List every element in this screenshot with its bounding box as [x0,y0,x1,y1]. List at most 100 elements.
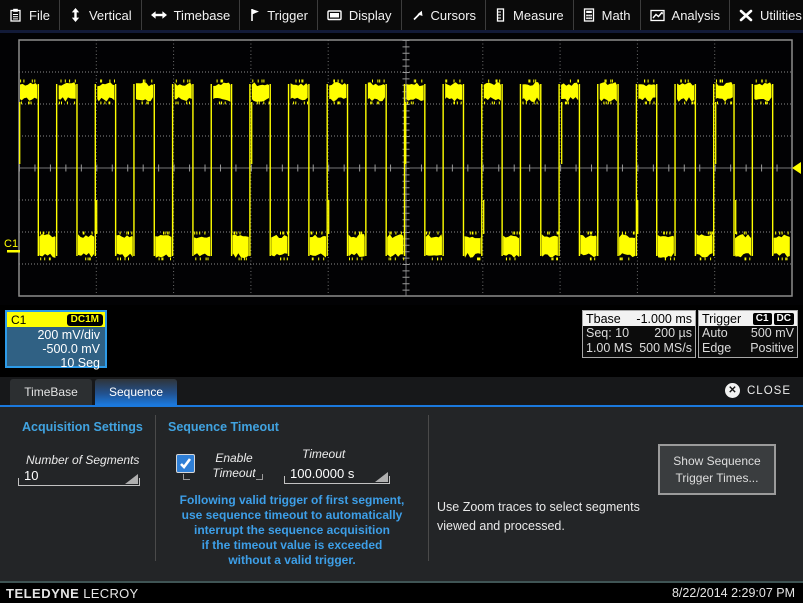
timebase-row: 1.00 MS 500 MS/s [583,341,695,356]
file-icon [9,8,22,22]
timebase-values: Seq: 10 200 µs 1.00 MS 500 MS/s [583,326,695,356]
close-icon: ✕ [725,383,740,398]
menu-item-math[interactable]: Math [574,0,641,30]
tab-sequence[interactable]: Sequence [95,379,177,405]
show-button-label: Show Sequence Trigger Times... [660,453,774,487]
menu-item-label: Measure [513,8,564,23]
timeout-input[interactable]: 100.0000 s [284,465,390,484]
info-line: if the timeout value is exceeded [152,538,432,553]
trigger-row-cell: 500 mV [751,326,794,341]
menu-item-label: Vertical [89,8,132,23]
timeout-label: Timeout [302,447,345,461]
timebase-descriptor[interactable]: Tbase -1.000 ms Seq: 10 200 µs 1.00 MS 500 … [582,310,696,358]
channel-c1-row: 200 mV/div [7,328,100,342]
info-line: use sequence timeout to automatically [152,508,432,523]
menu-item-label: Timebase [174,8,231,23]
acquisition-settings-heading: Acquisition Settings [22,420,143,434]
timebase-row-cell: 500 MS/s [639,341,692,356]
trigger-header: Trigger C1DC [699,311,797,326]
menu-item-label: Trigger [267,8,308,23]
waveform-grid[interactable]: C1 [0,33,803,305]
timeout-value: 100.0000 s [290,466,354,481]
trigger-title: Trigger [702,312,741,326]
ruler-icon [495,8,506,22]
timebase-row-cell: 200 µs [654,326,692,341]
status-bar: TELEDYNE LECROY 8/22/2014 2:29:07 PM [0,583,803,603]
trigger-values: Auto 500 mV Edge Positive [699,326,797,356]
trigger-row-cell: Edge [702,341,731,356]
cursor-arrow-icon [411,9,424,22]
trigger-row-cell: Positive [750,341,794,356]
channel-c1-title: C1 [11,313,26,327]
group-bracket [183,474,190,480]
trigger-row: Edge Positive [699,341,797,356]
trigger-descriptor[interactable]: Trigger C1DC Auto 500 mV Edge Positive [698,310,798,358]
close-label: CLOSE [747,385,791,397]
trigger-level-marker[interactable] [792,162,801,174]
menu-item-utilities[interactable]: Utilities [730,0,803,30]
menu-item-cursors[interactable]: Cursors [402,0,487,30]
channel-c1-descriptor[interactable]: C1 DC1M 200 mV/div-500.0 mV10 Seg [5,310,107,368]
channel-c1-marker[interactable]: C1 [4,238,18,250]
setup-dialog: TimeBaseSequence ✕ CLOSE Acquisition Set… [0,377,803,583]
number-of-segments-input[interactable]: 10 [18,467,140,486]
checkmark-icon [179,457,192,470]
enable-timeout-checkbox[interactable] [176,454,195,473]
close-button[interactable]: ✕ CLOSE [725,383,791,398]
group-bracket [256,474,263,480]
timebase-title: Tbase [586,312,621,326]
timebase-header: Tbase -1.000 ms [583,311,695,326]
calculator-icon [583,8,595,22]
menu-item-label: Utilities [760,8,802,23]
brand-bold: TELEDYNE [6,586,79,601]
menu-bar: File Vertical Timebase Trigger Display Cursor… [0,0,803,33]
input-corner-triangle-icon [375,472,388,482]
input-corner-triangle-icon [125,474,138,484]
info-line: interrupt the sequence acquisition [152,523,432,538]
brand-light: LECROY [83,586,138,601]
vertical-arrows-icon [69,8,82,22]
menu-item-label: Analysis [672,8,720,23]
menu-item-trigger[interactable]: Trigger [240,0,318,30]
menu-item-display[interactable]: Display [318,0,402,30]
channel-c1-row: 10 Seg [7,356,100,370]
sequence-timeout-heading: Sequence Timeout [168,420,279,434]
number-of-segments-label: Number of Segments [26,453,139,467]
menu-item-measure[interactable]: Measure [486,0,574,30]
dialog-tab-bar: TimeBaseSequence [0,377,803,407]
menu-item-file[interactable]: File [0,0,60,30]
channel-c1-values: 200 mV/div-500.0 mV10 Seg [7,327,105,370]
info-line: Following valid trigger of first segment… [152,493,432,508]
timebase-row-cell: Seq: 10 [586,326,629,341]
sequence-panel: Acquisition Settings Number of Segments … [0,409,803,559]
trigger-row: Auto 500 mV [699,326,797,341]
tab-timebase[interactable]: TimeBase [10,379,92,405]
menu-item-timebase[interactable]: Timebase [142,0,241,30]
coupling-badge: DC1M [67,314,103,326]
teledyne-lecroy-logo: TELEDYNE LECROY [6,586,139,601]
trigger-flag-icon [249,8,260,22]
descriptor-strip: C1 DC1M 200 mV/div-500.0 mV10 Seg Tbase … [0,305,803,377]
monitor-icon [327,9,342,22]
menu-item-label: Display [349,8,392,23]
tools-icon [739,9,753,22]
menu-item-label: Math [602,8,631,23]
datetime: 8/22/2014 2:29:07 PM [672,586,795,600]
sequence-timeout-info: Following valid trigger of first segment… [152,493,432,568]
oscilloscope-screen: File Vertical Timebase Trigger Display Cursor… [0,0,803,603]
zoom-traces-note: Use Zoom traces to select segments viewe… [437,498,682,536]
show-sequence-trigger-times-button[interactable]: Show Sequence Trigger Times... [658,444,776,495]
waveform-svg: C1 [0,33,803,305]
horizontal-arrows-icon [151,9,167,21]
timebase-delay-value: -1.000 ms [636,312,692,326]
channel-c1-header: C1 DC1M [7,312,105,327]
menu-item-vertical[interactable]: Vertical [60,0,142,30]
menu-item-analysis[interactable]: Analysis [641,0,730,30]
trigger-row-cell: Auto [702,326,728,341]
menu-item-label: File [29,8,50,23]
timebase-row-cell: 1.00 MS [586,341,633,356]
channel-c1-row: -500.0 mV [7,342,100,356]
chart-icon [650,9,665,22]
timebase-row: Seq: 10 200 µs [583,326,695,341]
info-line: without a valid trigger. [152,553,432,568]
